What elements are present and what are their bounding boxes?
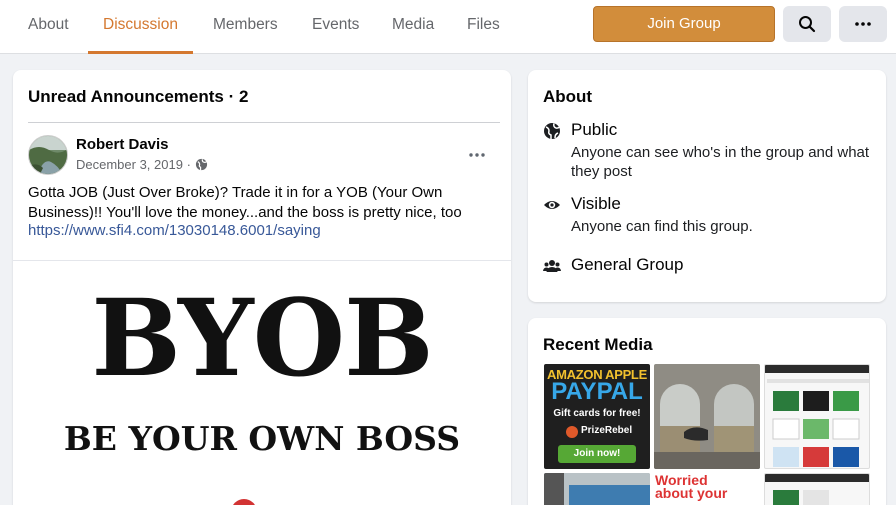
- join-group-button[interactable]: Join Group: [593, 6, 775, 42]
- post-meta: December 3, 2019 ·: [76, 157, 208, 172]
- media-thumbnail[interactable]: [544, 473, 650, 505]
- tab-media[interactable]: Media: [392, 0, 434, 54]
- more-options-button[interactable]: [839, 6, 887, 42]
- about-visible-title: Visible: [571, 194, 621, 213]
- media-thumbnail[interactable]: [654, 364, 760, 469]
- about-visible-desc: Anyone can find this group.: [571, 218, 753, 235]
- thumb-text-line3: Gift cards for free!: [553, 408, 641, 419]
- avatar[interactable]: [28, 135, 68, 175]
- tab-members[interactable]: Members: [213, 0, 278, 54]
- people-icon: [543, 260, 561, 272]
- be-your-own-boss-text: BE YOUR OWN BOSS: [63, 419, 461, 458]
- search-icon: [799, 16, 816, 33]
- media-thumbnail[interactable]: [764, 364, 870, 469]
- more-icon: [469, 153, 485, 157]
- recent-media-title: Recent Media: [543, 335, 653, 354]
- media-thumbnail[interactable]: Worried about your: [654, 473, 760, 505]
- group-tab-bar: About Discussion Members Events Media Fi…: [0, 0, 896, 54]
- eye-icon: [544, 201, 560, 209]
- about-general-group-title: General Group: [571, 255, 684, 274]
- post-date[interactable]: December 3, 2019 ·: [76, 157, 191, 172]
- globe-icon: [544, 123, 561, 139]
- post-link[interactable]: https://www.sfi4.com/13030148.6001/sayin…: [28, 222, 321, 239]
- byob-text: BYOB: [91, 275, 433, 400]
- media-thumbnail[interactable]: [764, 473, 870, 505]
- post-image[interactable]: BYOB BE YOUR OWN BOSS: [13, 261, 511, 505]
- more-icon: [855, 22, 871, 26]
- tab-discussion[interactable]: Discussion: [88, 0, 193, 54]
- about-public-title: Public: [571, 120, 618, 139]
- tab-about[interactable]: About: [28, 0, 69, 54]
- thumb-text-line2: about your: [655, 485, 728, 501]
- screenshot-thumbnail: [765, 474, 869, 505]
- red-shape: [231, 499, 257, 505]
- avatar-photo: [29, 136, 67, 174]
- post-author[interactable]: Robert Davis: [76, 136, 169, 153]
- gift-card-grid-screenshot: [765, 365, 869, 467]
- prizerebel-logo-icon: [566, 426, 578, 438]
- thumb-cta: Join now!: [558, 445, 636, 463]
- post-text: Gotta JOB (Just Over Broke)? Trade it in…: [28, 184, 462, 221]
- thumb-text-line2: PAYPAL: [551, 378, 643, 405]
- about-public-desc: Anyone can see who's in the group and wh…: [571, 144, 870, 180]
- landscape-photo: [544, 473, 650, 505]
- post-options-button[interactable]: [468, 147, 486, 158]
- announcements-card: Unread Announcements · 2 Robert Davis De…: [13, 70, 511, 505]
- tab-files[interactable]: Files: [467, 0, 500, 54]
- tab-events[interactable]: Events: [312, 0, 359, 54]
- globe-icon: [195, 158, 207, 171]
- announcements-title: Unread Announcements · 2: [28, 87, 249, 106]
- recent-media-card: Recent Media AMAZON APPLE PAYPAL Gift ca…: [528, 318, 886, 505]
- about-title: About: [543, 87, 593, 106]
- thumb-brand: PrizeRebel: [581, 425, 633, 436]
- search-button[interactable]: [783, 6, 831, 42]
- about-card: About Public Anyone can see who's in the…: [528, 70, 886, 302]
- arches-photo: [654, 364, 760, 469]
- divider: [28, 122, 500, 123]
- media-thumbnail[interactable]: AMAZON APPLE PAYPAL Gift cards for free!…: [544, 364, 650, 469]
